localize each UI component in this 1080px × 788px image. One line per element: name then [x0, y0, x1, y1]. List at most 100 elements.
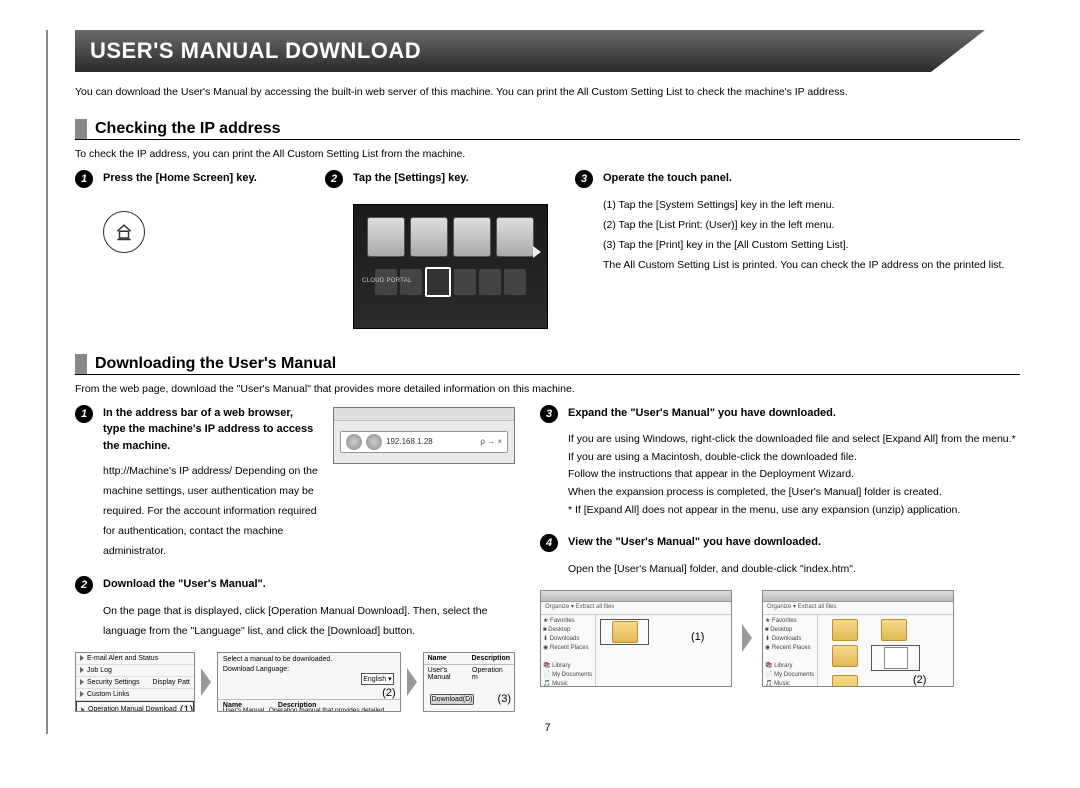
- heading-bar-icon: [75, 354, 87, 374]
- folder-item: [822, 619, 867, 641]
- section1-step2: 2 Tap the [Settings] key. CLOUD PORTAL: [325, 170, 555, 329]
- folder-icon: [612, 621, 638, 643]
- callout-3: (3): [498, 693, 511, 705]
- section1-step2-title: Tap the [Settings] key.: [353, 170, 469, 187]
- row-desc: Operation manual that provides detailed …: [269, 707, 395, 712]
- web-menu-thumb: E-mail Alert and Status Job Log Security…: [75, 652, 195, 712]
- panel-tile: [496, 217, 534, 257]
- arrow-right-icon: [742, 624, 752, 652]
- download-button-highlight: Download(D): [430, 694, 475, 705]
- page-title-text: USER'S MANUAL DOWNLOAD: [90, 38, 421, 63]
- page-title: USER'S MANUAL DOWNLOAD: [75, 30, 1020, 72]
- panel-tile: [410, 217, 448, 257]
- section1-step1: 1 Press the [Home Screen] key.: [75, 170, 305, 329]
- folder-item: [822, 675, 867, 687]
- section1-step3-line3: (3) Tap the [Print] key in the [All Cust…: [603, 236, 1020, 256]
- dl-panel-lang-label: Download Language:: [223, 666, 289, 673]
- step-number-2-icon: 2: [325, 170, 343, 188]
- panel-arrow-icon: [533, 246, 541, 258]
- browser-url: 192.168.1.28: [386, 437, 476, 446]
- callout-1: (1): [180, 704, 193, 712]
- menu-item-highlight: Operation Manual Download: [88, 706, 177, 712]
- folder-item: [822, 645, 867, 671]
- panel-tile: [367, 217, 405, 257]
- arrow-right-icon: [407, 668, 417, 696]
- section1-step3-line2: (2) Tap the [List Print: (User)] key in …: [603, 216, 1020, 236]
- section2-step3-title: Expand the "User's Manual" you have down…: [568, 405, 836, 422]
- folder-icon: [832, 619, 858, 641]
- callout-2: (2): [913, 674, 926, 686]
- browser-back-icon: [346, 434, 362, 450]
- section2-heading-text: Downloading the User's Manual: [95, 355, 336, 373]
- html-file-icon: [884, 647, 908, 669]
- menu-item: E-mail Alert and Status: [87, 655, 158, 662]
- panel-small-tile: [504, 269, 526, 295]
- row-name: User's Manual: [428, 667, 472, 681]
- settings-tile-highlight: [425, 267, 451, 297]
- th-desc: Description: [471, 655, 510, 662]
- step-number-2-icon: 2: [75, 576, 93, 594]
- step-number-3-icon: 3: [575, 170, 593, 188]
- section2-step3-line3: Follow the instructions that appear in t…: [568, 466, 1020, 484]
- step-number-3-icon: 3: [540, 405, 558, 423]
- section1-step3-line1: (1) Tap the [System Settings] key in the…: [603, 196, 1020, 216]
- arrow-right-icon: [201, 668, 211, 696]
- folder-icon: [881, 619, 907, 641]
- download-button-thumb: Name Description User's Manual Operation…: [423, 652, 515, 712]
- section2-heading: Downloading the User's Manual: [75, 354, 1020, 375]
- home-screen-icon: [103, 211, 145, 253]
- panel-small-tile: [454, 269, 476, 295]
- download-thumbs-row: E-mail Alert and Status Job Log Security…: [75, 652, 515, 712]
- section2-step3-line4: When the expansion process is completed,…: [568, 484, 1020, 502]
- row-desc: Operation m: [472, 667, 510, 681]
- section1-step1-title: Press the [Home Screen] key.: [103, 170, 257, 187]
- cloud-portal-label: CLOUD PORTAL: [362, 278, 412, 284]
- step-number-1-icon: 1: [75, 405, 93, 423]
- section2-right-col: 3 Expand the "User's Manual" you have do…: [540, 405, 1020, 712]
- section2-desc: From the web page, download the "User's …: [75, 383, 1020, 395]
- fw-sidebar: ★ Favorites ■ Desktop ⬇ Downloads ◉ Rece…: [541, 615, 596, 687]
- download-panel-thumb: Select a manual to be downloaded. Downlo…: [217, 652, 401, 712]
- folder-icon: [832, 675, 858, 687]
- section2-step3-line5: * If [Expand All] does not appear in the…: [568, 502, 1020, 520]
- section2-step4-title: View the "User's Manual" you have downlo…: [568, 534, 821, 551]
- browser-refresh-icon: ρ → ×: [480, 437, 502, 446]
- section1-heading-text: Checking the IP address: [95, 120, 281, 138]
- panel-tile: [453, 217, 491, 257]
- dl-panel-line1: Select a manual to be downloaded.: [218, 653, 400, 666]
- heading-bar-icon: [75, 119, 87, 139]
- section2-columns: 1 In the address bar of a web browser, t…: [75, 405, 1020, 712]
- callout-1: (1): [691, 631, 704, 643]
- menu-item: Job Log: [87, 667, 112, 674]
- fw-toolbar-text: Organize ▾ Extract all files: [763, 602, 953, 615]
- menu-item: Security Settings: [87, 679, 140, 686]
- section2-step2-title: Download the "User's Manual".: [103, 576, 266, 593]
- language-select: English ▾: [361, 673, 393, 685]
- row-name: User's Manual: [223, 707, 269, 712]
- browser-forward-icon: [366, 434, 382, 450]
- step-number-1-icon: 1: [75, 170, 93, 188]
- zip-file-highlight: [600, 619, 649, 645]
- section2-step3-line1: If you are using Windows, right-click th…: [568, 431, 1020, 449]
- section2-left-col: 1 In the address bar of a web browser, t…: [75, 405, 515, 712]
- page-number: 7: [75, 722, 1020, 734]
- panel-small-tile: [479, 269, 501, 295]
- fw-toolbar-text: Organize ▾ Extract all files: [541, 602, 731, 615]
- index-file-highlight: [871, 645, 920, 671]
- folder-item: [871, 619, 916, 641]
- callout-2: (2): [382, 687, 395, 699]
- touch-panel-illustration: CLOUD PORTAL: [353, 204, 548, 329]
- file-windows-row: Organize ▾ Extract all files ★ Favorites…: [540, 590, 1020, 687]
- language-value: English: [363, 676, 386, 683]
- section2-step1-body: http://Machine's IP address/ Depending o…: [75, 462, 318, 562]
- section1-heading: Checking the IP address: [75, 119, 1020, 140]
- file-window-2: Organize ▾ Extract all files ★ Favorites…: [762, 590, 954, 687]
- folder-icon: [832, 645, 858, 667]
- step-number-4-icon: 4: [540, 534, 558, 552]
- section2-step3-line2: If you are using a Macintosh, double-cli…: [568, 449, 1020, 467]
- fw-sidebar: ★ Favorites ■ Desktop ⬇ Downloads ◉ Rece…: [763, 615, 818, 687]
- menu-item: Custom Links: [87, 691, 129, 698]
- intro-text: You can download the User's Manual by ac…: [75, 84, 1020, 101]
- section2-step2-body: On the page that is displayed, click [Op…: [75, 602, 515, 642]
- section1-step3: 3 Operate the touch panel. (1) Tap the […: [575, 170, 1020, 329]
